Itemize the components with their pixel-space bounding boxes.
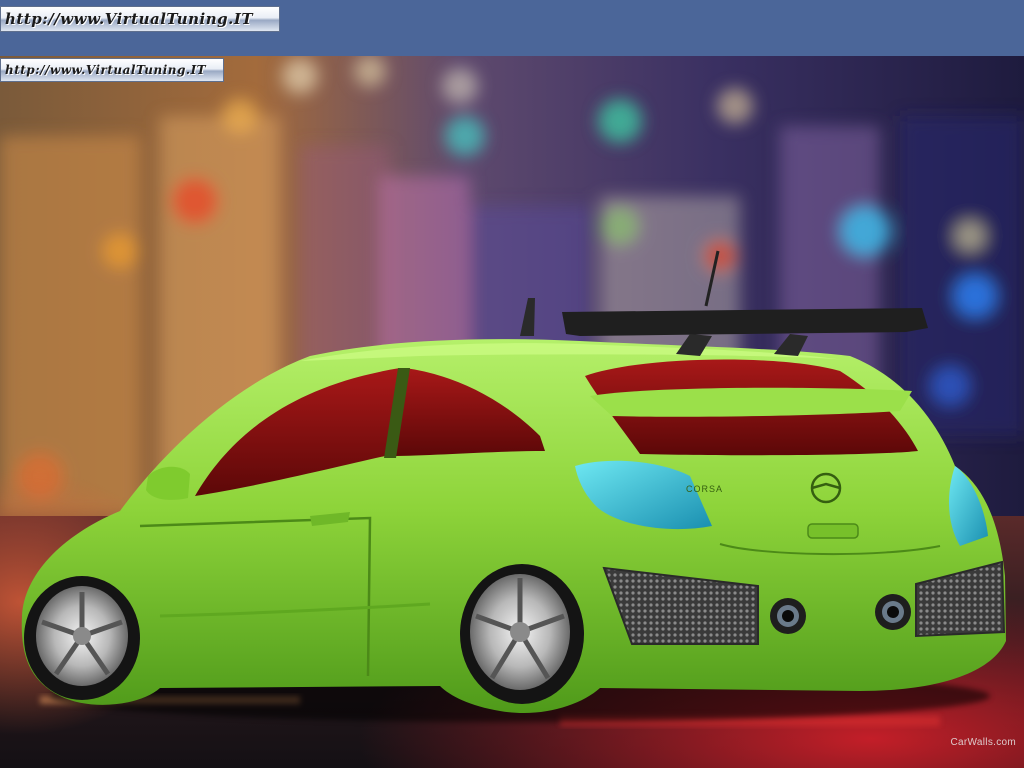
- watermark-text: http://www.VirtualTuning.IT: [5, 63, 207, 77]
- watermark-text: http://www.VirtualTuning.IT: [5, 10, 254, 28]
- watermark-banner-top: http://www.VirtualTuning.IT: [0, 6, 280, 32]
- watermark-banner-second: http://www.VirtualTuning.IT: [0, 58, 224, 82]
- trunk-handle: [807, 523, 859, 539]
- wheel-front: [24, 576, 140, 700]
- credit-text: CarWalls.com: [950, 737, 1016, 748]
- roof-spoiler: [590, 387, 912, 417]
- wheel-rear: [460, 564, 584, 704]
- car-photo: CORSA: [0, 56, 1024, 768]
- model-badge: CORSA: [686, 484, 723, 494]
